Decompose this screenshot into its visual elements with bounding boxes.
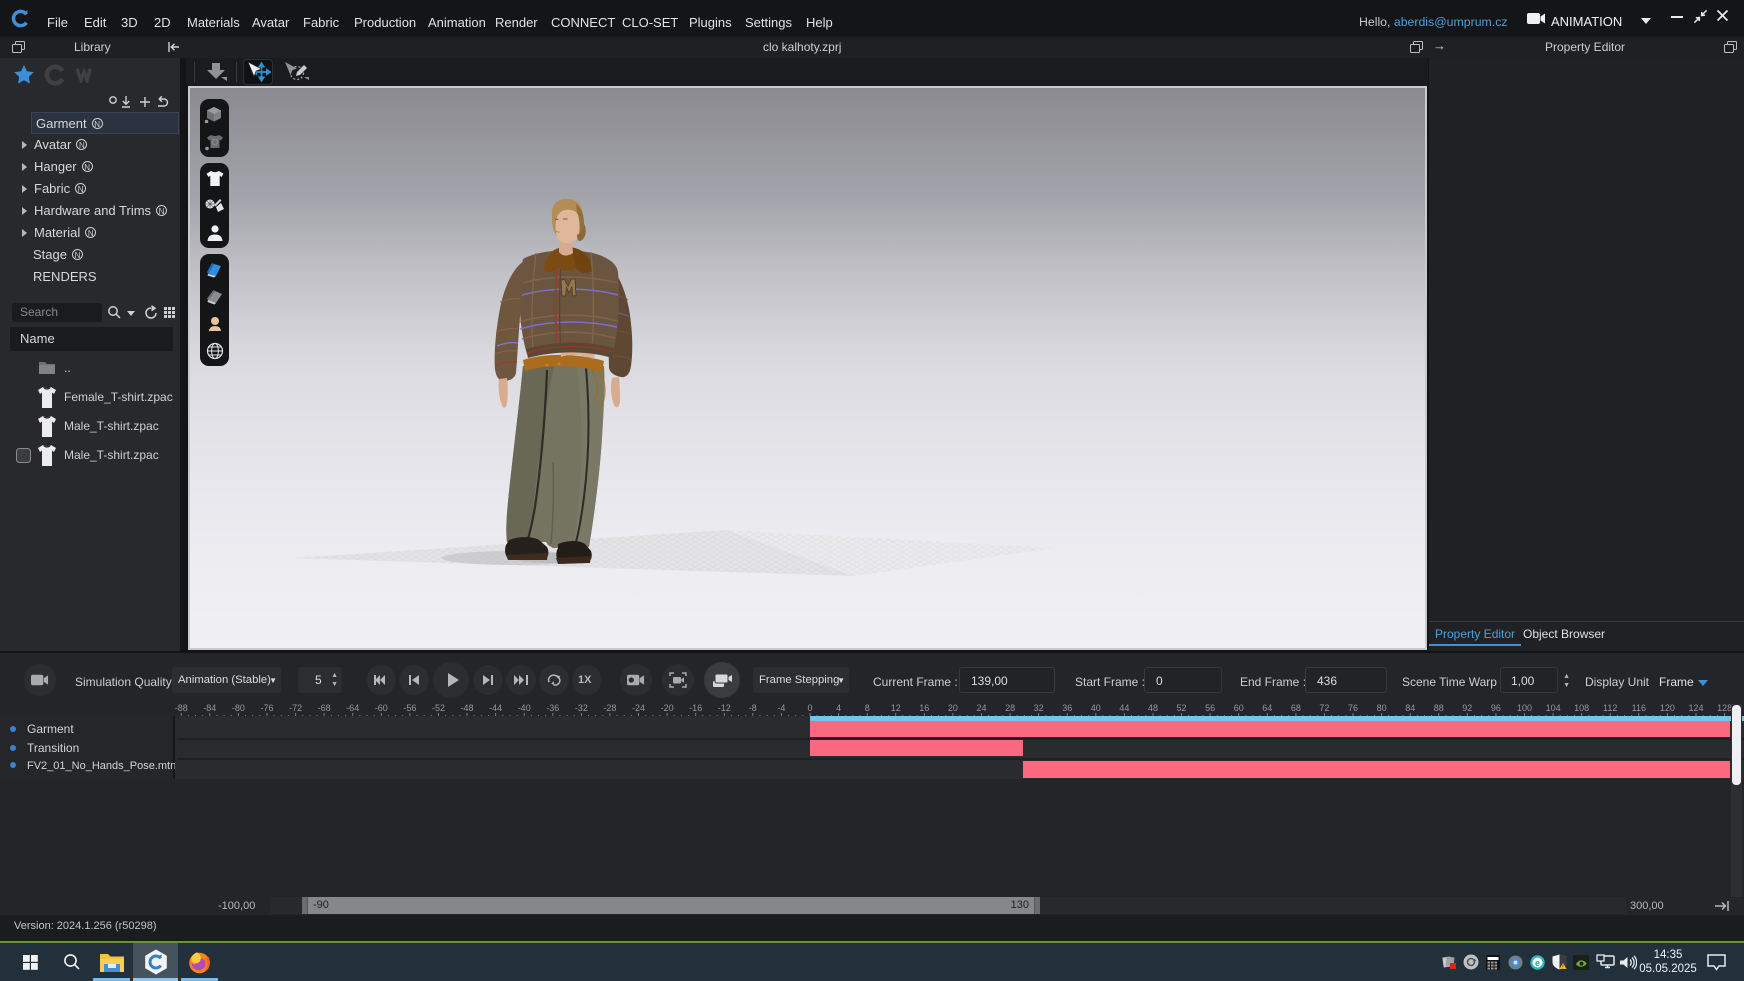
svg-text:!: ! [1562, 965, 1563, 970]
svg-text:96: 96 [1491, 703, 1501, 713]
svg-text:-84: -84 [203, 703, 216, 713]
svg-text:104: 104 [1546, 703, 1561, 713]
svg-text:36: 36 [1062, 703, 1072, 713]
svg-text:-40: -40 [518, 703, 531, 713]
svg-text:-24: -24 [632, 703, 645, 713]
svg-text:56: 56 [1205, 703, 1215, 713]
svg-text:28: 28 [1005, 703, 1015, 713]
svg-text:-4: -4 [777, 703, 785, 713]
svg-text:e: e [1534, 958, 1539, 968]
svg-text:0: 0 [807, 703, 812, 713]
svg-text:-48: -48 [460, 703, 473, 713]
svg-text:-56: -56 [403, 703, 416, 713]
svg-text:-80: -80 [232, 703, 245, 713]
svg-text:48: 48 [1148, 703, 1158, 713]
svg-text:-60: -60 [375, 703, 388, 713]
svg-text:92: 92 [1462, 703, 1472, 713]
svg-text:116: 116 [1632, 703, 1646, 713]
svg-text:-8: -8 [749, 703, 757, 713]
svg-text:-44: -44 [489, 703, 502, 713]
svg-text:8: 8 [865, 703, 870, 713]
svg-text:128: 128 [1717, 703, 1732, 713]
svg-text:64: 64 [1262, 703, 1272, 713]
svg-text:-36: -36 [546, 703, 559, 713]
svg-text:-28: -28 [603, 703, 616, 713]
svg-text:-72: -72 [289, 703, 302, 713]
svg-text:24: 24 [976, 703, 986, 713]
svg-text:124: 124 [1688, 703, 1703, 713]
svg-text:40: 40 [1091, 703, 1101, 713]
svg-text:-88: -88 [175, 703, 188, 713]
svg-text:16: 16 [919, 703, 929, 713]
svg-text:68: 68 [1291, 703, 1301, 713]
svg-text:76: 76 [1348, 703, 1358, 713]
svg-text:-64: -64 [346, 703, 359, 713]
svg-text:-12: -12 [718, 703, 731, 713]
svg-text:100: 100 [1517, 703, 1532, 713]
svg-text:112: 112 [1603, 703, 1617, 713]
svg-text:88: 88 [1434, 703, 1444, 713]
svg-text:-68: -68 [318, 703, 331, 713]
svg-text:52: 52 [1176, 703, 1186, 713]
svg-text:84: 84 [1405, 703, 1415, 713]
svg-text:80: 80 [1377, 703, 1387, 713]
svg-text:72: 72 [1319, 703, 1329, 713]
svg-text:32: 32 [1034, 703, 1044, 713]
svg-text:-32: -32 [575, 703, 588, 713]
svg-text:44: 44 [1119, 703, 1129, 713]
svg-text:-76: -76 [260, 703, 273, 713]
svg-text:12: 12 [891, 703, 901, 713]
svg-text:-20: -20 [661, 703, 674, 713]
svg-text:-52: -52 [432, 703, 445, 713]
svg-text:60: 60 [1234, 703, 1244, 713]
svg-text:20: 20 [948, 703, 958, 713]
svg-text:4: 4 [836, 703, 841, 713]
svg-text:120: 120 [1660, 703, 1675, 713]
svg-text:-16: -16 [689, 703, 702, 713]
svg-text:108: 108 [1574, 703, 1589, 713]
